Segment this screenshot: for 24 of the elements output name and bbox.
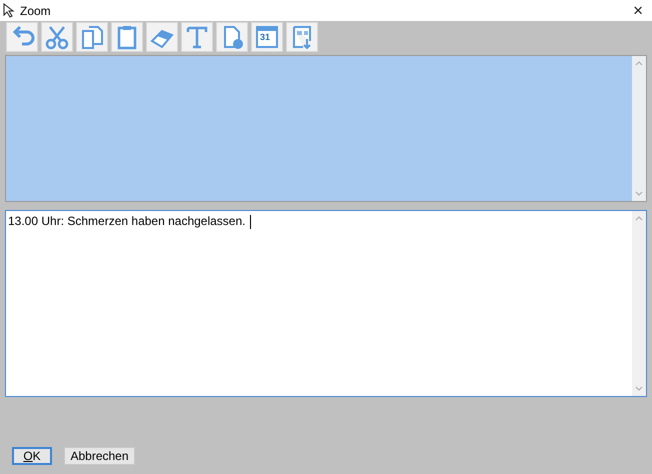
cursor-icon — [3, 3, 17, 18]
scrollbar[interactable] — [632, 211, 646, 396]
text-button[interactable] — [181, 22, 213, 52]
calendar-day: 31 — [260, 32, 270, 42]
close-button[interactable]: × — [630, 2, 646, 19]
text-value: 13.00 Uhr: Schmerzen haben nachgelassen. — [8, 214, 246, 228]
clipboard-button[interactable] — [111, 22, 143, 52]
scrollbar[interactable] — [632, 56, 646, 201]
text-area[interactable]: 13.00 Uhr: Schmerzen haben nachgelassen. — [5, 210, 647, 397]
scroll-down-icon[interactable] — [635, 386, 643, 391]
layout-button[interactable] — [286, 22, 318, 52]
eraser-button[interactable] — [146, 22, 178, 52]
copy-button[interactable] — [76, 22, 108, 52]
ok-button[interactable]: OK — [12, 447, 52, 465]
scroll-up-icon[interactable] — [635, 61, 643, 66]
scroll-down-icon[interactable] — [635, 191, 643, 196]
document-button[interactable] — [216, 22, 248, 52]
undo-button[interactable] — [6, 22, 38, 52]
scroll-up-icon[interactable] — [635, 216, 643, 221]
cut-button[interactable] — [41, 22, 73, 52]
calendar-button[interactable]: 31 — [251, 22, 283, 52]
cancel-button[interactable]: Abbrechen — [64, 447, 135, 465]
window-title: Zoom — [20, 4, 52, 18]
text-area[interactable] — [5, 55, 647, 202]
